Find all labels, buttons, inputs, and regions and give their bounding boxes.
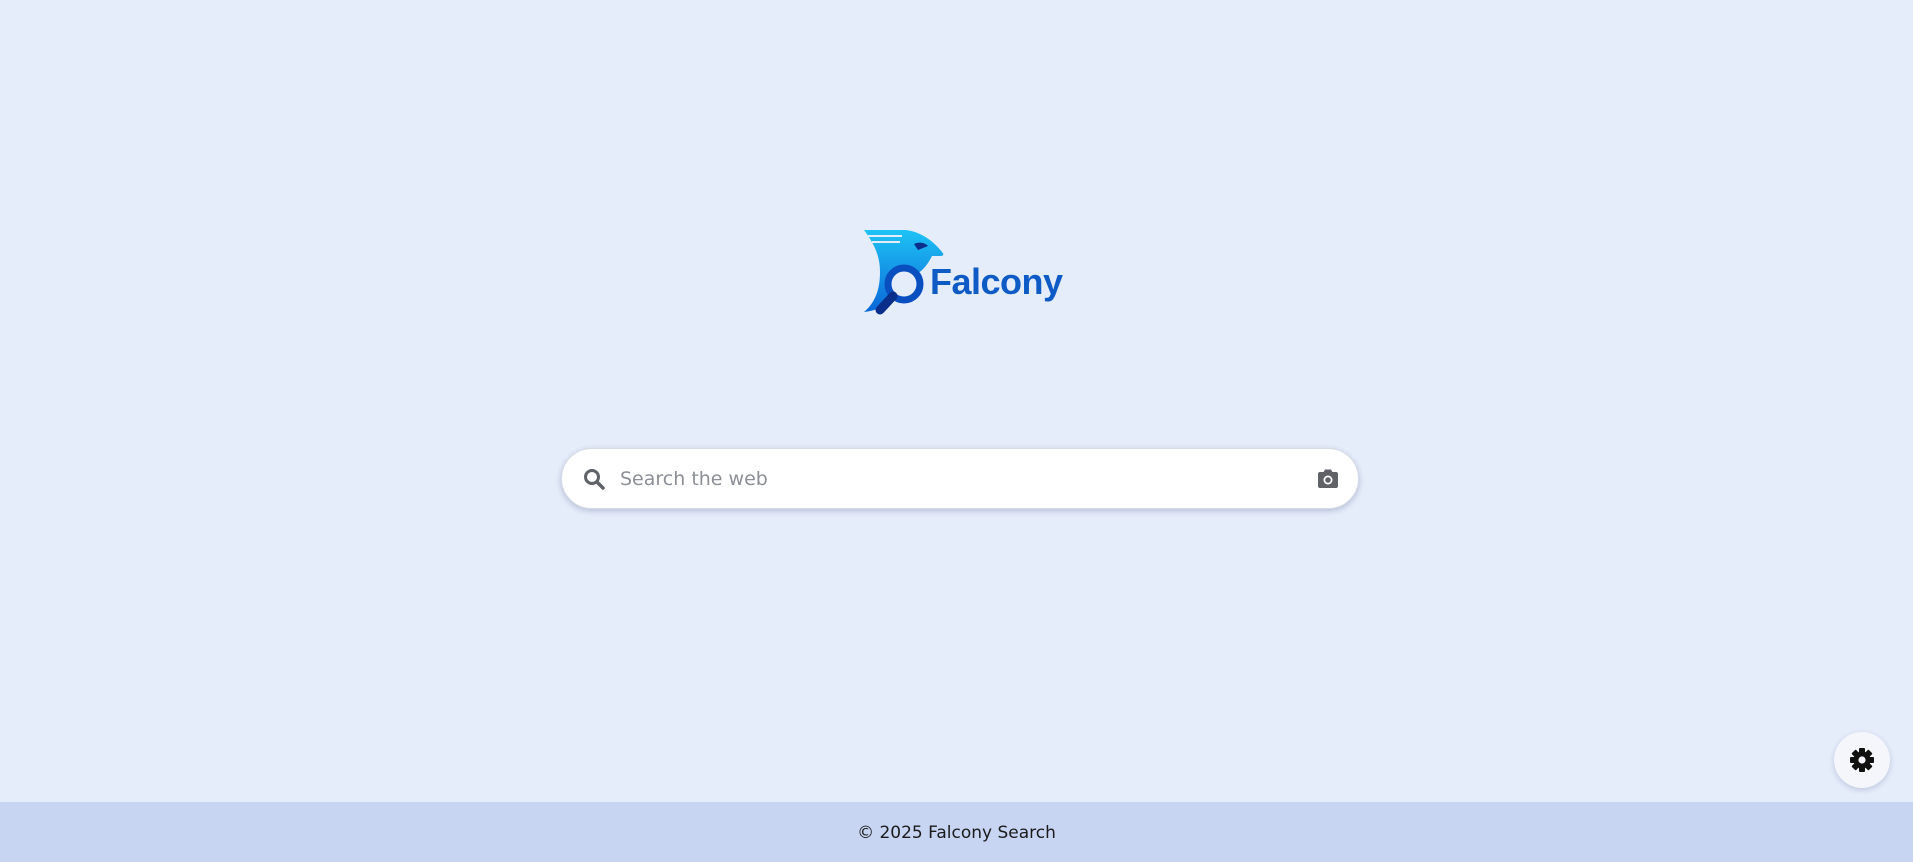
search-icon[interactable] bbox=[582, 467, 606, 491]
footer: © 2025 Falcony Search bbox=[0, 802, 1913, 862]
search-input[interactable] bbox=[620, 457, 1300, 501]
settings-button[interactable] bbox=[1834, 732, 1890, 788]
search-bar[interactable] bbox=[561, 448, 1359, 509]
gear-icon bbox=[1850, 748, 1874, 772]
copyright-text: © 2025 Falcony Search bbox=[857, 823, 1056, 843]
camera-icon[interactable] bbox=[1316, 468, 1340, 490]
logo-text: Falcony bbox=[930, 261, 1063, 302]
falcony-logo: Falcony bbox=[862, 228, 1063, 316]
